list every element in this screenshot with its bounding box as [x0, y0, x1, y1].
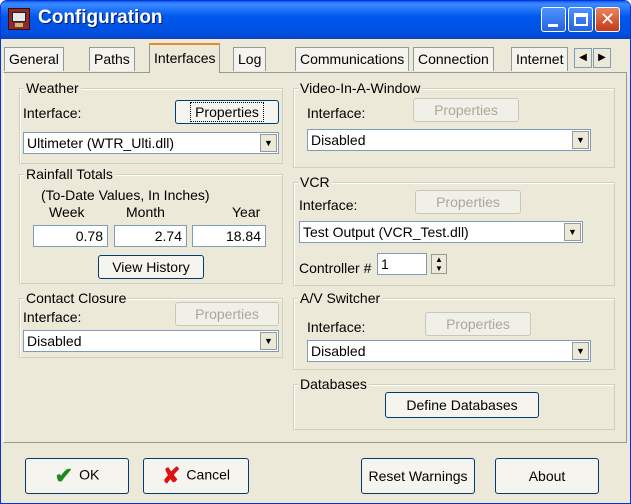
tab-log[interactable]: Log	[233, 47, 267, 71]
controller-label: Controller #	[299, 260, 372, 276]
month-label: Month	[126, 204, 165, 220]
av-selected-value: Disabled	[311, 343, 366, 359]
video-interface-label: Interface:	[307, 105, 366, 121]
weather-group-title: Weather	[24, 80, 81, 96]
about-button[interactable]: About	[495, 458, 599, 494]
tab-scroll-left-icon[interactable]: ◀	[574, 48, 592, 68]
video-selected-value: Disabled	[311, 132, 366, 148]
minimize-icon	[548, 24, 558, 27]
tab-communications[interactable]: Communications	[295, 47, 410, 71]
vcr-interface-select[interactable]: Test Output (VCR_Test.dll) ▼	[299, 221, 583, 243]
video-interface-select[interactable]: Disabled ▼	[307, 129, 591, 151]
weather-interface-label: Interface:	[23, 105, 82, 121]
video-group-title: Video-In-A-Window	[298, 80, 423, 96]
weather-selected-value: Ultimeter (WTR_Ulti.dll)	[27, 135, 174, 151]
window-title: Configuration	[38, 7, 163, 28]
contact-interface-label: Interface:	[23, 309, 82, 325]
chevron-down-icon[interactable]: ▼	[572, 342, 589, 360]
contact-interface-select[interactable]: Disabled ▼	[23, 330, 279, 352]
define-databases-button[interactable]: Define Databases	[385, 392, 539, 418]
configuration-window: Configuration ✕ General Paths Interfaces…	[0, 0, 631, 504]
view-history-button[interactable]: View History	[98, 255, 204, 279]
tab-general[interactable]: General	[4, 47, 64, 71]
rainfall-subtitle: (To-Date Values, In Inches)	[41, 187, 210, 203]
av-interface-select[interactable]: Disabled ▼	[307, 340, 591, 362]
vcr-properties-button[interactable]: Properties	[415, 190, 521, 214]
tab-interfaces[interactable]: Interfaces	[149, 43, 221, 73]
vcr-group-title: VCR	[298, 174, 332, 190]
tab-scroll-right-icon[interactable]: ▶	[593, 48, 611, 68]
controller-number-input[interactable]: 1	[377, 253, 427, 275]
checkmark-icon: ✔	[54, 463, 74, 488]
tab-paths[interactable]: Paths	[89, 47, 135, 71]
title-bar[interactable]: Configuration ✕	[1, 1, 630, 39]
chevron-down-icon[interactable]: ▼	[564, 223, 581, 241]
week-label: Week	[49, 204, 85, 220]
chevron-down-icon[interactable]: ▼	[572, 131, 589, 149]
contact-properties-button[interactable]: Properties	[175, 302, 279, 326]
av-properties-button[interactable]: Properties	[425, 312, 531, 336]
av-switcher-group-title: A/V Switcher	[298, 290, 383, 306]
weather-interface-select[interactable]: Ultimeter (WTR_Ulti.dll) ▼	[23, 132, 279, 154]
tab-connection[interactable]: Connection	[413, 47, 494, 71]
contact-selected-value: Disabled	[27, 333, 82, 349]
weather-properties-button[interactable]: Properties	[175, 100, 279, 124]
cancel-label: Cancel	[186, 466, 231, 483]
av-interface-label: Interface:	[307, 319, 366, 335]
chevron-down-icon[interactable]: ▼	[260, 134, 277, 152]
vcr-interface-label: Interface:	[299, 197, 358, 213]
year-rainfall-field: 18.84	[192, 225, 266, 247]
chevron-down-icon[interactable]: ▼	[260, 332, 277, 350]
maximize-icon	[574, 13, 588, 26]
week-rainfall-field: 0.78	[33, 225, 108, 247]
year-label: Year	[232, 204, 261, 220]
close-button[interactable]: ✕	[595, 7, 620, 32]
video-properties-button[interactable]: Properties	[413, 98, 519, 122]
rainfall-group-title: Rainfall Totals	[24, 166, 115, 182]
controller-stepper[interactable]: ▲ ▼	[431, 254, 447, 274]
ok-label: OK	[79, 466, 100, 483]
close-icon: ✕	[599, 9, 616, 29]
month-rainfall-field: 2.74	[114, 225, 187, 247]
minimize-button[interactable]	[541, 7, 566, 32]
reset-warnings-button[interactable]: Reset Warnings	[361, 458, 475, 494]
tab-internet[interactable]: Internet	[511, 47, 569, 71]
contact-closure-group-title: Contact Closure	[24, 290, 129, 306]
x-cancel-icon: ✘	[161, 463, 181, 488]
databases-group-title: Databases	[298, 376, 369, 392]
maximize-button[interactable]	[568, 7, 593, 32]
vcr-selected-value: Test Output (VCR_Test.dll)	[303, 224, 469, 240]
app-icon	[8, 8, 30, 30]
ok-button[interactable]: ✔ OK	[25, 458, 129, 494]
cancel-button[interactable]: ✘ Cancel	[143, 458, 249, 494]
